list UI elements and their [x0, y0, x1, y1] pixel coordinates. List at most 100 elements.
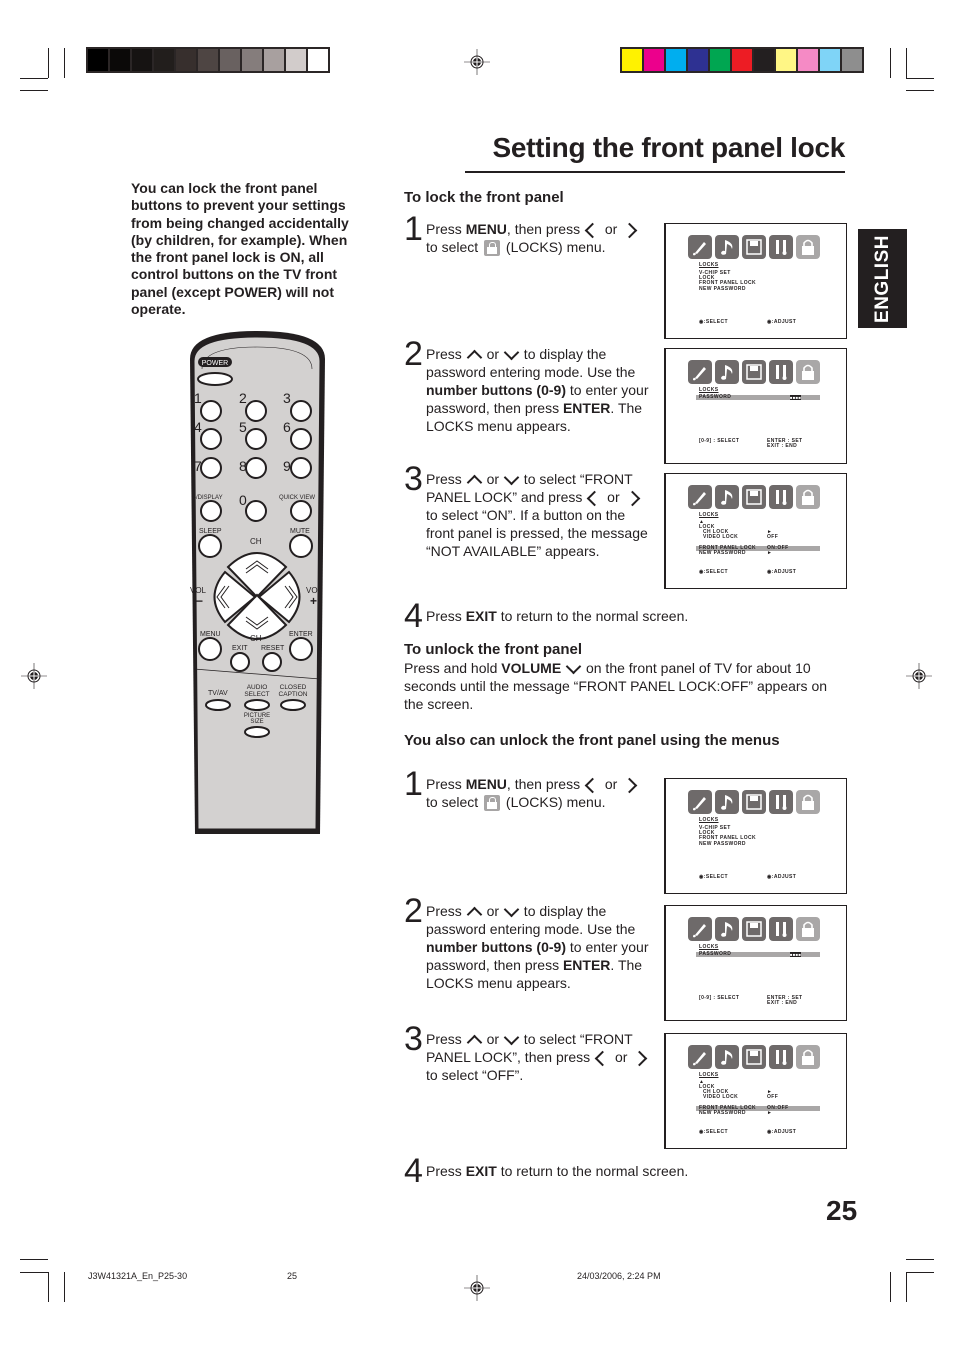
picture-icon [688, 485, 712, 509]
mute-label: MUTE [290, 528, 310, 535]
menu-icon-row [688, 485, 820, 509]
step-text: Press or to display the password enterin… [426, 345, 649, 434]
menu-icon-row [688, 917, 820, 941]
color-swatch [264, 49, 284, 71]
password-mask: ■■■■ [790, 394, 802, 400]
digit-label: 4 [194, 419, 202, 435]
digit-label: 7 [194, 458, 202, 474]
chevron-left-icon [594, 1050, 611, 1067]
power-button [197, 372, 233, 386]
menu-icon-row [688, 360, 820, 384]
chevron-up-icon [466, 906, 482, 923]
crop-mark [20, 1272, 48, 1273]
crop-mark [64, 1272, 65, 1302]
tools-icon [769, 917, 793, 941]
audio-icon [715, 485, 739, 509]
tools-icon [769, 360, 793, 384]
lock-icon [484, 240, 501, 257]
remote-control-illustration: POWER 1 2 3 4 5 6 7 8 9 0 -/DISPLAY QUIC… [190, 331, 325, 834]
unlock-step-3: 3 Press or to select “FRONT PANEL LOCK”, … [404, 1022, 649, 1084]
sleep-label: SLEEP [199, 528, 222, 535]
password-label: PASSWORD [699, 951, 732, 957]
menu-unlock-heading: You also can unlock the front panel usin… [404, 732, 780, 749]
picture-icon [688, 235, 712, 259]
color-swatch [644, 49, 664, 71]
audio-icon [715, 235, 739, 259]
color-swatch [220, 49, 240, 71]
step-number: 1 [404, 765, 423, 803]
menu-value: ► [767, 1110, 773, 1116]
password-label: PASSWORD [699, 394, 732, 400]
chevron-down-icon [503, 902, 520, 918]
audio-icon [715, 360, 739, 384]
footer-adjust: ◉:ADJUST [767, 569, 797, 575]
unlock-text: Press and hold VOLUME on the front panel… [404, 659, 828, 712]
footer-select: ◉:SELECT [699, 1129, 728, 1135]
menu-item: VIDEO LOCK [703, 1094, 739, 1100]
registration-target-icon [21, 663, 47, 689]
screen-locks-menu: LOCKS V-CHIP SET LOCK FRONT PANEL LOCK NEW P… [664, 223, 847, 339]
footer-select: ◉:SELECT [699, 874, 728, 880]
chevron-up-icon [466, 474, 482, 491]
setup-icon [742, 790, 766, 814]
language-label: ENGLISH [871, 234, 893, 323]
picture-icon [688, 917, 712, 941]
setup-icon [742, 1045, 766, 1069]
step-number: 4 [404, 1152, 423, 1190]
screen-front-panel-lock-off: LOCKS ▲ LOCK CH LOCK ► VIDEO LOCK OFF FRONT PAN… [664, 1033, 847, 1149]
menu-icon-row [688, 790, 820, 814]
password-mask: ■■■■ [790, 951, 802, 957]
grayscale-bar [86, 47, 330, 73]
closed-caption-label: CLOSED [280, 684, 307, 691]
language-tab: ENGLISH [858, 229, 907, 328]
registration-target-icon [906, 663, 932, 689]
footer-select: [0-9] : SELECT [699, 438, 740, 444]
closed-caption-label2: CAPTION [279, 691, 308, 698]
color-swatch [754, 49, 774, 71]
footer-adjust: ◉:ADJUST [767, 319, 797, 325]
setup-icon [742, 917, 766, 941]
setup-icon [742, 485, 766, 509]
digit-label: 3 [283, 390, 291, 406]
menu-icon-row [688, 1045, 820, 1069]
crop-mark [20, 90, 48, 91]
picture-icon [688, 360, 712, 384]
color-swatch [622, 49, 642, 71]
screen-password: LOCKS PASSWORD ■■■■ [0-9] : SELECT ENTER : S… [664, 348, 847, 464]
step-text: Press or to display the password enterin… [426, 902, 649, 991]
chevron-up-icon [466, 349, 482, 366]
crop-mark [906, 48, 907, 78]
lock-icon [484, 795, 501, 812]
color-swatch [176, 49, 196, 71]
tools-icon [769, 235, 793, 259]
reset-label: RESET [261, 645, 285, 652]
lock-icon [796, 485, 820, 509]
ch-label: CH [250, 537, 262, 546]
lock-icon [796, 360, 820, 384]
audio-select-label: AUDIO [247, 684, 268, 691]
step-text: Press MENU, then press or to select (LOC… [426, 775, 649, 812]
lock-step-2: 2 Press or to display the password enteri… [404, 337, 649, 435]
power-label: POWER [202, 360, 228, 367]
footer-adjust: ◉:ADJUST [767, 1129, 797, 1135]
quick-view-label: QUICK VIEW [279, 495, 315, 501]
crop-mark [906, 1259, 934, 1260]
color-swatch [710, 49, 730, 71]
unlock-step-1: 1 Press MENU, then press or to select (LO… [404, 767, 649, 812]
picture-icon [688, 790, 712, 814]
menu-item: NEW PASSWORD [699, 285, 746, 292]
menu-label: MENU [200, 631, 221, 638]
chevron-down-icon [503, 345, 520, 361]
color-swatch [666, 49, 686, 71]
crop-mark [906, 78, 934, 79]
menu-item: NEW PASSWORD [699, 840, 746, 847]
chevron-up-icon [466, 1034, 482, 1051]
color-bar [620, 47, 864, 73]
screen-title: LOCKS [699, 944, 719, 950]
lock-icon [796, 917, 820, 941]
step-text: Press EXIT to return to the normal scree… [426, 1163, 689, 1179]
lock-step-1: 1 Press MENU, then press or to select (LO… [404, 212, 649, 257]
footer-file: J3W41321A_En_P25-30 [88, 1271, 188, 1281]
setup-icon [742, 235, 766, 259]
color-swatch [242, 49, 262, 71]
